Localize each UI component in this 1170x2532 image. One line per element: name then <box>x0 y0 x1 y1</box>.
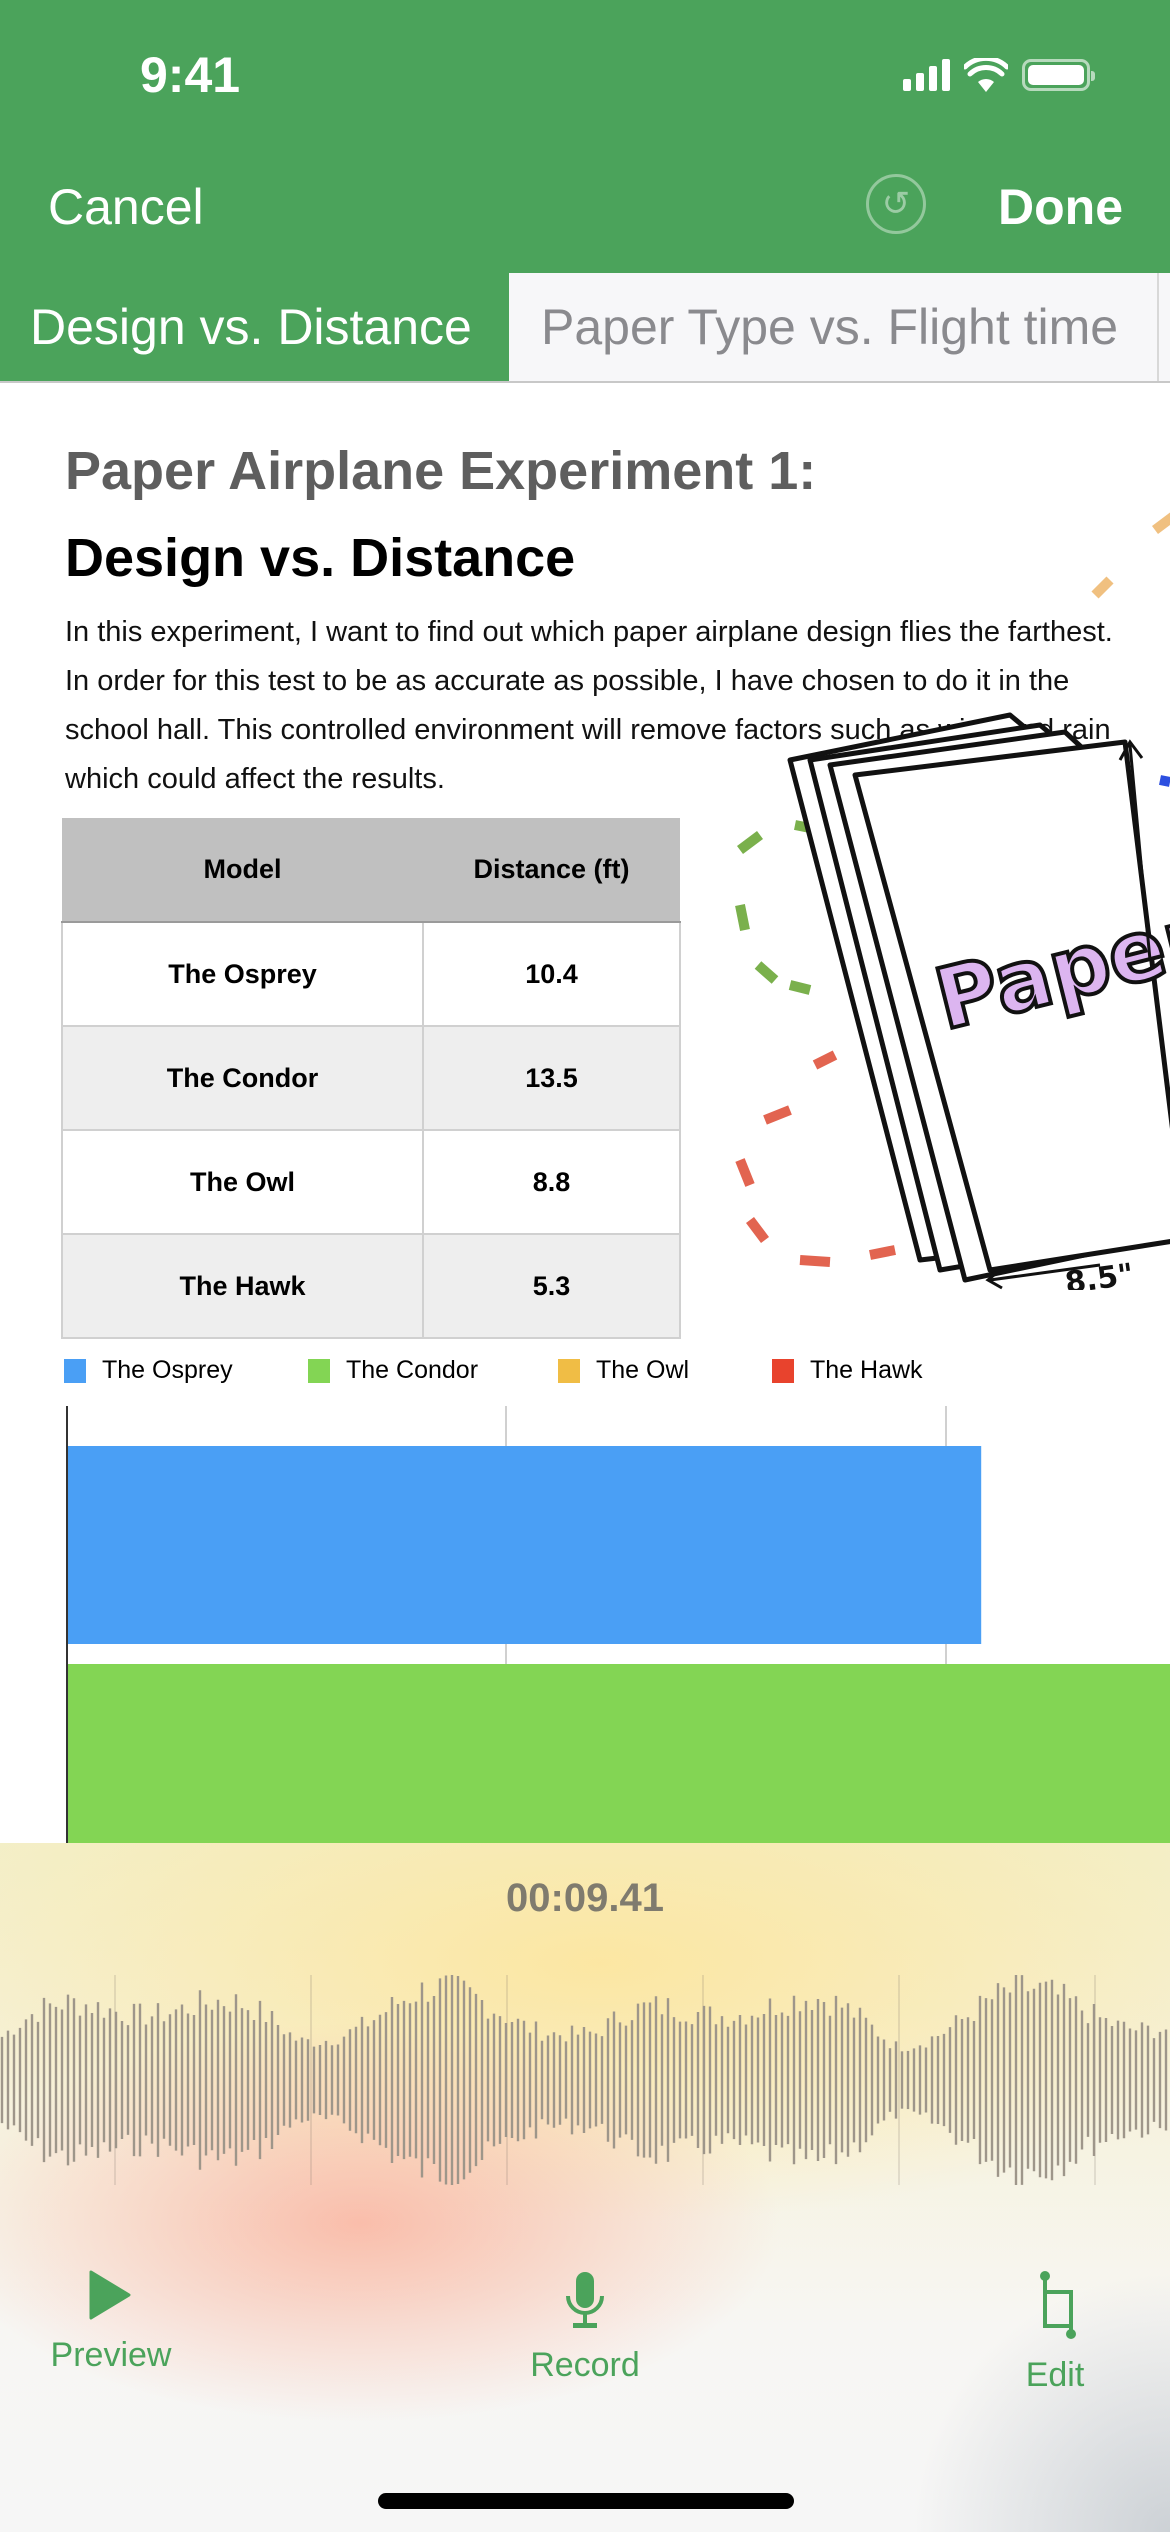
status-time: 9:41 <box>140 47 241 103</box>
table-cell: The Owl <box>61 1129 424 1235</box>
table-row: The Hawk 5.3 <box>61 1233 681 1339</box>
table-cell: The Osprey <box>61 921 424 1027</box>
navigation-header: 9:41 Cancel ↺ Done <box>0 0 1170 273</box>
legend-label: The Owl <box>596 1356 690 1384</box>
table-cell: The Hawk <box>61 1233 424 1339</box>
table-cell: 10.4 <box>422 921 681 1027</box>
legend-item: The Hawk <box>772 1356 923 1385</box>
bar-the-osprey[interactable] <box>66 1446 982 1644</box>
edit-label: Edit <box>1025 2356 1085 2394</box>
play-icon <box>89 2270 131 2320</box>
column-header: Model <box>62 818 423 923</box>
status-icons <box>903 58 1095 92</box>
legend-item: The Osprey <box>64 1356 308 1385</box>
table-cell: 13.5 <box>422 1025 681 1131</box>
cancel-button[interactable]: Cancel <box>48 178 204 236</box>
undo-icon: ↺ <box>881 185 911 223</box>
document-title: Paper Airplane Experiment 1: <box>65 441 817 501</box>
tab-paper-type-vs-flight-time[interactable]: Paper Type vs. Flight time <box>509 273 1159 381</box>
table-cell: The Condor <box>61 1025 424 1131</box>
chart-legend: The Osprey The Condor The Owl The Hawk <box>64 1356 923 1385</box>
sheet-tabs: Design vs. Distance Paper Type vs. Fligh… <box>0 273 1170 383</box>
legend-item: The Condor <box>308 1356 558 1385</box>
legend-label: The Osprey <box>102 1356 233 1384</box>
legend-label: The Hawk <box>810 1356 923 1384</box>
paper-sketch-drawing[interactable]: Paper 8.5" <box>720 510 1170 1290</box>
legend-swatch <box>558 1358 580 1383</box>
preview-label: Preview <box>50 2336 172 2374</box>
legend-swatch <box>308 1358 330 1383</box>
table-row: The Condor 13.5 <box>61 1025 681 1131</box>
undo-button[interactable]: ↺ <box>866 174 926 234</box>
done-button[interactable]: Done <box>998 178 1123 236</box>
legend-swatch <box>64 1358 86 1383</box>
table-row: The Osprey 10.4 <box>61 921 681 1027</box>
bar-the-condor[interactable] <box>66 1664 1170 1846</box>
distance-bar-chart[interactable] <box>66 1406 1170 1846</box>
column-header: Distance (ft) <box>423 818 680 923</box>
table-header-row: Model Distance (ft) <box>62 818 680 923</box>
results-table[interactable]: Model Distance (ft) The Osprey 10.4 The … <box>61 818 681 1339</box>
recording-timer: 00:09.41 <box>506 1876 664 1920</box>
preview-button[interactable]: Preview <box>46 2270 176 2375</box>
legend-label: The Condor <box>346 1356 479 1384</box>
record-button[interactable]: Record <box>520 2270 650 2385</box>
table-cell: 5.3 <box>422 1233 681 1339</box>
cellular-signal-icon <box>903 59 950 91</box>
document-subtitle: Design vs. Distance <box>65 528 576 588</box>
table-cell: 8.8 <box>422 1129 681 1235</box>
tab-design-vs-distance[interactable]: Design vs. Distance <box>0 273 509 381</box>
home-indicator[interactable] <box>378 2493 794 2509</box>
audio-recorder-panel <box>0 1843 1170 2532</box>
legend-swatch <box>772 1358 794 1383</box>
edit-button[interactable]: Edit <box>1000 2270 1110 2395</box>
trim-icon <box>1040 2271 1076 2339</box>
table-row: The Owl 8.8 <box>61 1129 681 1235</box>
audio-waveform[interactable] <box>0 1975 1170 2185</box>
microphone-icon <box>566 2272 604 2328</box>
legend-item: The Owl <box>558 1356 772 1385</box>
sketch-dimension-label: 8.5" <box>1063 1257 1136 1290</box>
wifi-icon <box>964 58 1008 92</box>
record-label: Record <box>530 2346 640 2384</box>
battery-icon <box>1022 59 1095 91</box>
